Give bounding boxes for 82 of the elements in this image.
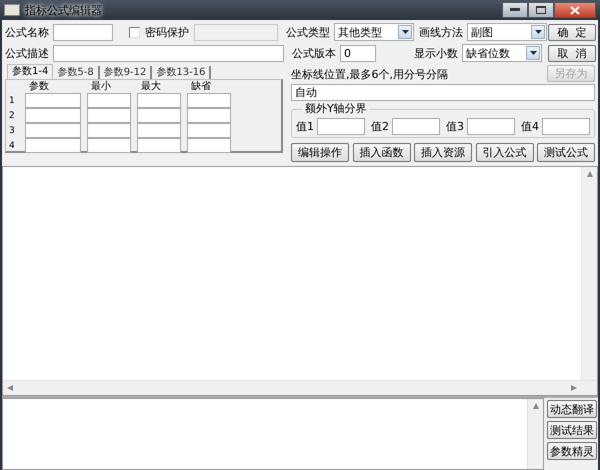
action-button[interactable]: 编辑操作 <box>291 143 349 162</box>
dropdown-arrow-icon <box>530 51 536 55</box>
param-input[interactable] <box>137 123 181 138</box>
action-button[interactable]: 插入资源 <box>414 143 472 162</box>
param-input[interactable] <box>25 108 81 123</box>
param-input[interactable] <box>87 138 131 153</box>
vertical-scrollbar[interactable] <box>581 167 597 380</box>
value-label: 值1 <box>296 119 314 134</box>
param-input[interactable] <box>137 93 181 108</box>
column-header: 参数 <box>28 81 50 93</box>
output-area[interactable] <box>2 398 544 470</box>
column-header: 最大 <box>140 81 162 93</box>
dropdown-arrow-icon <box>402 30 408 34</box>
value-input[interactable] <box>542 118 590 135</box>
value-input[interactable] <box>467 118 515 135</box>
column-header: 最小 <box>90 81 112 93</box>
row-number: 3 <box>9 126 16 136</box>
param-input[interactable] <box>87 108 131 123</box>
value-label: 值4 <box>521 119 539 134</box>
tab[interactable]: 参数5-8 <box>53 66 100 79</box>
row-number: 1 <box>9 96 16 106</box>
maximize-icon <box>536 6 546 14</box>
param-input[interactable] <box>187 138 231 153</box>
param-input[interactable] <box>25 138 81 153</box>
window-title: 指标公式编辑器 <box>25 2 102 18</box>
action-button[interactable]: 插入函数 <box>352 143 410 162</box>
scroll-right-icon[interactable] <box>571 385 577 391</box>
axis-input[interactable]: 自动 <box>291 84 595 101</box>
param-input[interactable] <box>87 93 131 108</box>
scroll-up-icon[interactable] <box>586 171 592 177</box>
value-label: 值2 <box>371 119 389 134</box>
checkbox-label: 密码保护 <box>145 24 189 40</box>
vertical-scrollbar[interactable] <box>527 399 543 469</box>
password-checkbox[interactable] <box>129 26 140 38</box>
param-input[interactable] <box>137 138 181 153</box>
type-dropdown[interactable]: 其他类型 <box>334 23 414 41</box>
cancel-button[interactable]: 取 消 <box>548 44 596 62</box>
param-input[interactable] <box>25 93 81 108</box>
row-number: 2 <box>9 110 16 120</box>
app-icon <box>4 4 20 16</box>
maximize-button[interactable] <box>528 2 554 18</box>
close-button[interactable] <box>554 2 596 18</box>
param-input[interactable] <box>187 108 231 123</box>
field-label: 公式名称 <box>5 24 49 40</box>
ok-button[interactable]: 确 定 <box>548 24 596 40</box>
action-button[interactable]: 测试公式 <box>537 143 595 162</box>
decimals-dropdown[interactable]: 缺省位数 <box>462 44 542 62</box>
side-button[interactable]: 动态翻译 <box>547 400 597 418</box>
scroll-up-icon[interactable] <box>532 403 538 409</box>
value-label: 值3 <box>446 119 464 134</box>
field-label: 公式版本 <box>292 46 336 60</box>
column-header: 缺省 <box>190 81 212 93</box>
version-input[interactable]: 0 <box>340 44 376 62</box>
description-input[interactable] <box>53 44 284 62</box>
draw-method-dropdown[interactable]: 副图 <box>467 23 547 41</box>
param-input[interactable] <box>187 93 231 108</box>
field-label: 坐标线位置,最多6个,用分号分隔 <box>291 67 448 82</box>
side-button[interactable]: 参数精灵 <box>547 442 597 460</box>
row-number: 4 <box>9 140 16 150</box>
value-input[interactable] <box>392 118 440 135</box>
close-icon <box>570 6 580 14</box>
field-label: 画线方法 <box>419 24 463 40</box>
action-button[interactable]: 引入公式 <box>476 143 534 162</box>
minimize-icon <box>510 8 520 12</box>
horizontal-scrollbar[interactable] <box>3 380 597 395</box>
param-input[interactable] <box>25 123 81 138</box>
tab[interactable]: 参数9-12 <box>100 66 152 79</box>
tab[interactable]: 参数1-4 <box>7 64 54 79</box>
value-input[interactable] <box>317 118 365 135</box>
side-button[interactable]: 测试结果 <box>547 421 597 439</box>
field-label: 公式类型 <box>286 24 330 40</box>
dropdown-arrow-icon <box>534 30 542 34</box>
param-input[interactable] <box>87 123 131 138</box>
field-label: 公式描述 <box>5 46 49 60</box>
minimize-button[interactable] <box>502 2 528 18</box>
param-input[interactable] <box>137 108 181 123</box>
param-input[interactable] <box>187 123 231 138</box>
name-input[interactable] <box>53 24 113 40</box>
tab[interactable]: 参数13-16 <box>152 66 212 79</box>
scroll-left-icon[interactable] <box>7 385 13 391</box>
field-label: 显示小数 <box>414 46 458 60</box>
group-title: 额外Y轴分界 <box>302 103 370 115</box>
